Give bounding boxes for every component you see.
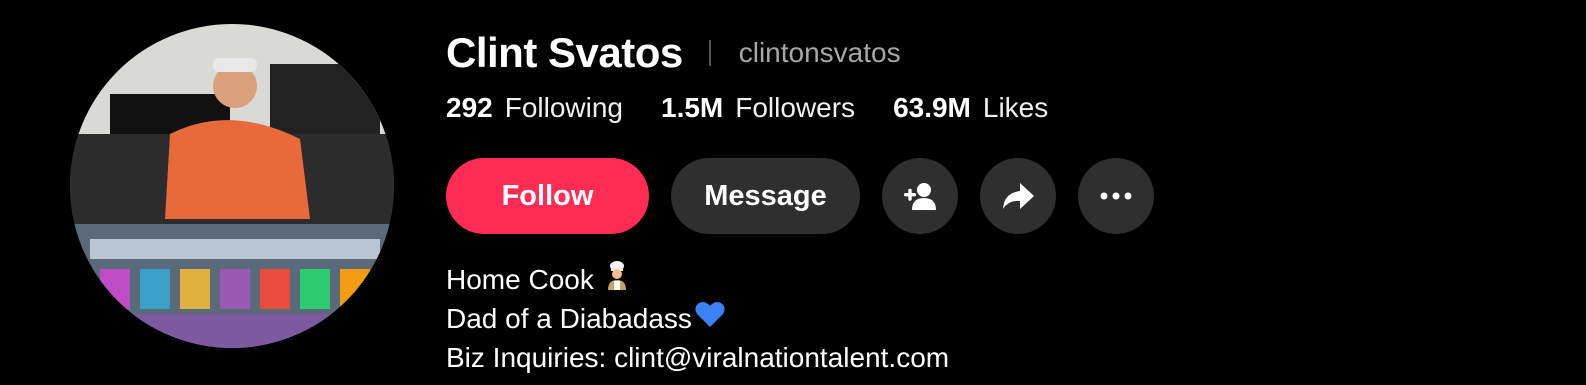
avatar[interactable] bbox=[70, 24, 394, 348]
message-button[interactable]: Message bbox=[671, 158, 860, 234]
following-count: 292 bbox=[446, 92, 493, 123]
stat-followers[interactable]: 1.5M Followers bbox=[661, 92, 855, 124]
followers-label: Followers bbox=[735, 92, 856, 123]
display-name: Clint Svatos bbox=[446, 29, 683, 76]
bio-line: Home Cook bbox=[446, 260, 949, 299]
more-icon bbox=[1100, 192, 1132, 200]
bio: Home Cook Dad of a Diabadass Biz Inquiri… bbox=[446, 260, 949, 377]
stat-likes: 63.9M Likes bbox=[893, 92, 1048, 124]
profile-stats: 292 Following 1.5M Followers 63.9M Likes bbox=[446, 92, 1086, 124]
stat-following[interactable]: 292 Following bbox=[446, 92, 623, 124]
profile-actions: Follow Message bbox=[446, 158, 1176, 234]
cook-emoji-icon bbox=[602, 260, 632, 300]
profile-header: Clint Svatos clintonsvatos bbox=[446, 26, 901, 80]
add-friend-button[interactable] bbox=[882, 158, 958, 234]
follow-button[interactable]: Follow bbox=[446, 158, 649, 234]
bio-line-1: Home Cook bbox=[446, 264, 594, 295]
bio-line-3: Biz Inquiries: clint@viralnationtalent.c… bbox=[446, 342, 950, 373]
followers-count: 1.5M bbox=[661, 92, 724, 123]
blue-heart-icon bbox=[694, 299, 726, 339]
more-button[interactable] bbox=[1078, 158, 1154, 234]
add-friend-icon bbox=[904, 183, 936, 210]
likes-label: Likes bbox=[982, 92, 1049, 123]
likes-count: 63.9M bbox=[893, 92, 971, 123]
bio-line: Dad of a Diabadass bbox=[446, 299, 949, 338]
following-label: Following bbox=[504, 92, 623, 123]
share-icon bbox=[1003, 183, 1034, 209]
name-separator bbox=[708, 40, 711, 66]
bio-line: Biz Inquiries: clint@viralnationtalent.c… bbox=[446, 338, 949, 377]
share-button[interactable] bbox=[980, 158, 1056, 234]
username: clintonsvatos bbox=[738, 37, 901, 68]
avatar-photo bbox=[70, 24, 394, 348]
bio-line-2: Dad of a Diabadass bbox=[446, 303, 692, 334]
